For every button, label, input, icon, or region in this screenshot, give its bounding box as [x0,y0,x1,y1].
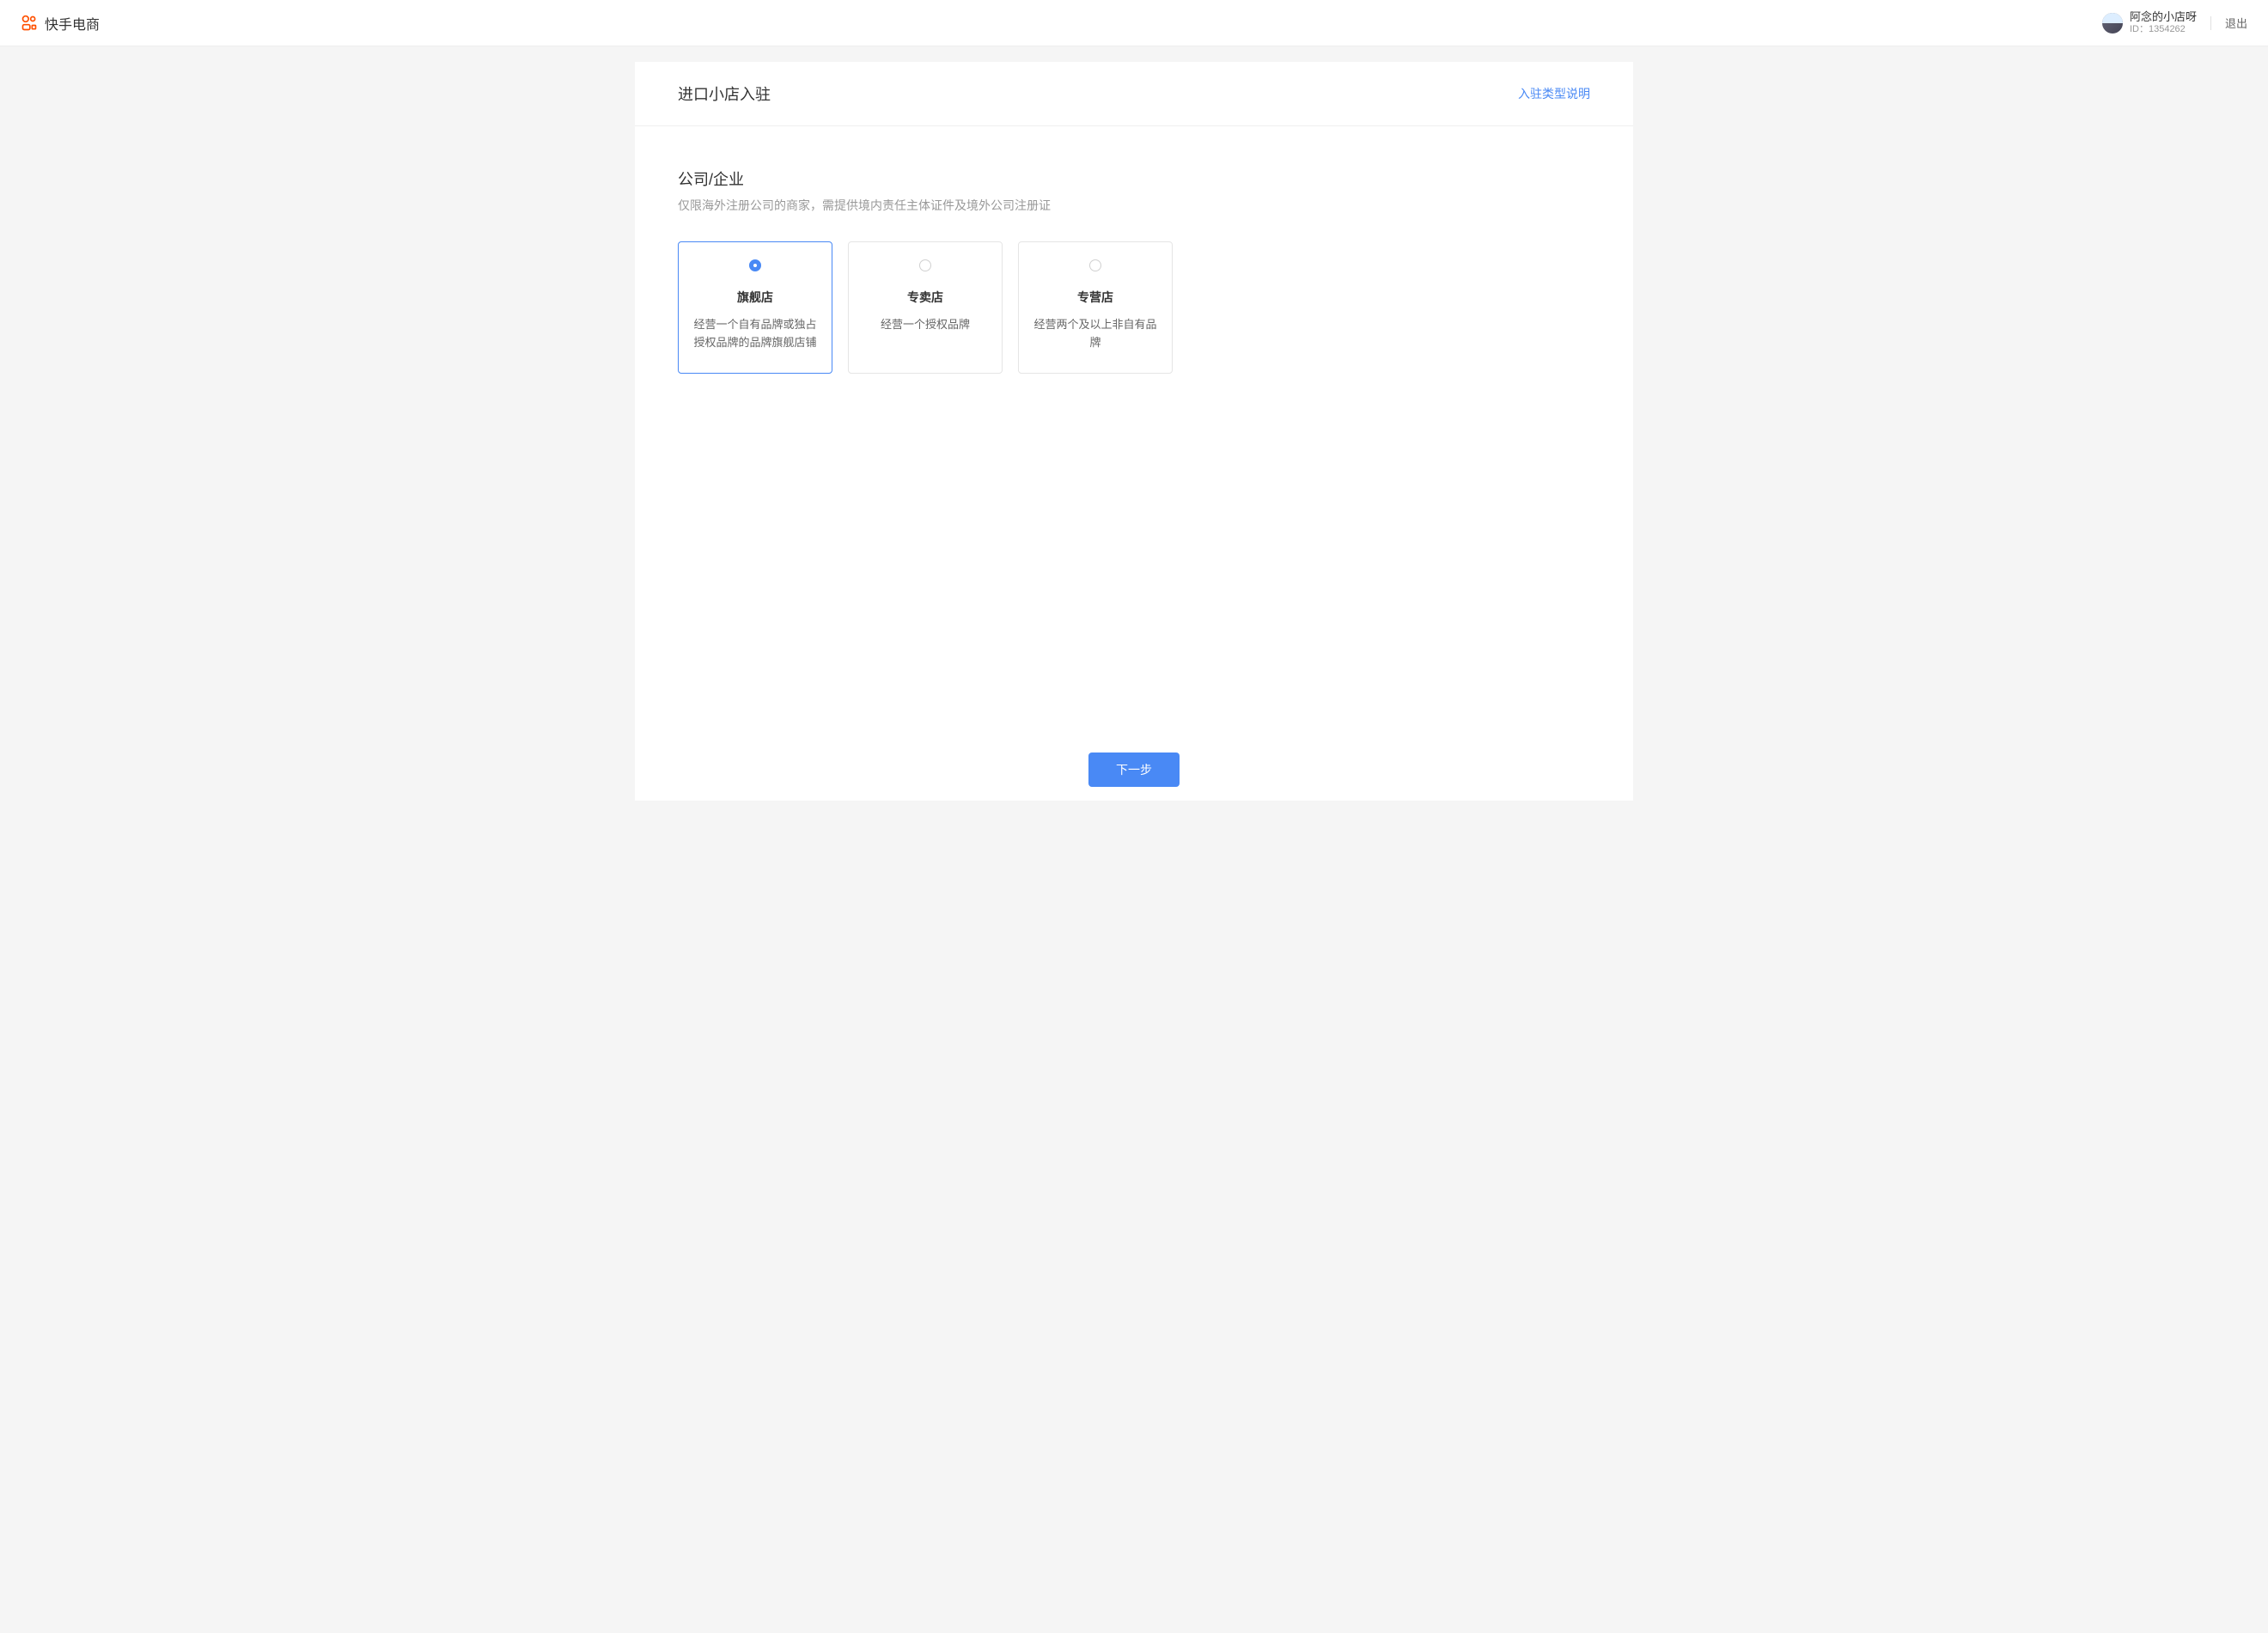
option-title: 旗舰店 [692,289,818,306]
option-card-exclusive[interactable]: 专卖店 经营一个授权品牌 [848,241,1003,374]
footer: 下一步 [635,739,1633,801]
options-container: 旗舰店 经营一个自有品牌或独占授权品牌的品牌旗舰店铺 专卖店 经营一个授权品牌 … [678,241,1590,374]
option-desc: 经营一个授权品牌 [863,316,988,334]
user-name: 阿念的小店呀 [2130,10,2197,24]
option-desc: 经营一个自有品牌或独占授权品牌的品牌旗舰店铺 [692,316,818,352]
main-container: 进口小店入驻 入驻类型说明 公司/企业 仅限海外注册公司的商家，需提供境内责任主… [635,62,1633,801]
option-title: 专营店 [1033,289,1158,306]
next-button[interactable]: 下一步 [1088,753,1180,787]
user-info[interactable]: 阿念的小店呀 ID：1354262 [2102,10,2197,35]
radio-icon [749,259,761,271]
radio-icon [919,259,931,271]
user-id: ID：1354262 [2130,24,2197,35]
page-title: 进口小店入驻 [678,82,771,105]
option-card-franchise[interactable]: 专营店 经营两个及以上非自有品牌 [1018,241,1173,374]
logo[interactable]: 快手电商 [21,13,100,34]
help-link[interactable]: 入驻类型说明 [1518,85,1590,102]
kuaishou-logo-icon [21,15,38,32]
logo-text: 快手电商 [45,13,100,34]
divider [2210,16,2211,30]
header-right: 阿念的小店呀 ID：1354262 退出 [2102,10,2247,35]
option-card-flagship[interactable]: 旗舰店 经营一个自有品牌或独占授权品牌的品牌旗舰店铺 [678,241,832,374]
section-desc: 仅限海外注册公司的商家，需提供境内责任主体证件及境外公司注册证 [678,197,1590,214]
avatar [2102,13,2123,34]
radio-icon [1089,259,1101,271]
user-details: 阿念的小店呀 ID：1354262 [2130,10,2197,35]
content: 公司/企业 仅限海外注册公司的商家，需提供境内责任主体证件及境外公司注册证 旗舰… [635,126,1633,739]
option-title: 专卖店 [863,289,988,306]
page-header: 进口小店入驻 入驻类型说明 [635,62,1633,126]
app-header: 快手电商 阿念的小店呀 ID：1354262 退出 [0,0,2268,46]
logout-link[interactable]: 退出 [2225,15,2247,31]
option-desc: 经营两个及以上非自有品牌 [1033,316,1158,352]
section-title: 公司/企业 [678,168,1590,190]
